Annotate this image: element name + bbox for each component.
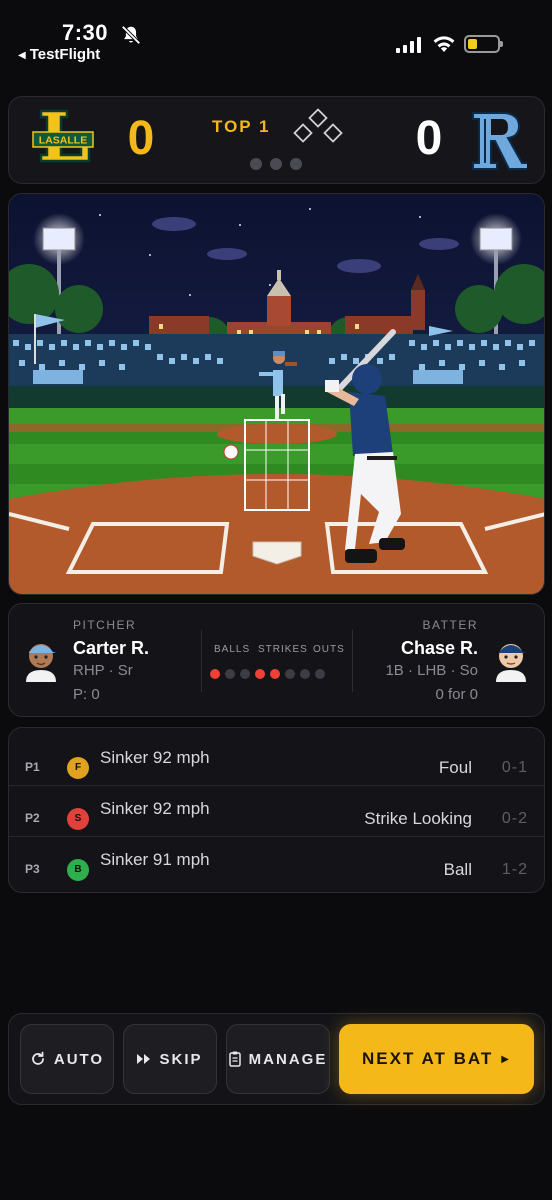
pitch-result: Ball (443, 860, 472, 879)
next-at-bat-label: NEXT AT BAT (362, 1049, 494, 1068)
status-bar: 7:30 ◀ TestFlight (0, 0, 552, 70)
out-dot (250, 158, 262, 170)
skip-label: SKIP (159, 1050, 203, 1068)
pitch-log: P1 F Sinker 92 mph Foul 0-1 P2 S Sinker … (8, 727, 545, 893)
next-at-bat-button[interactable]: NEXT AT BAT ▶ (339, 1024, 534, 1094)
out-dot (270, 158, 282, 170)
pitcher-info: RHP · Sr (73, 662, 133, 679)
refresh-icon (32, 1051, 44, 1065)
skip-button[interactable]: SKIP (123, 1024, 217, 1094)
pitch-log-row: P2 S Sinker 92 mph Strike Looking 0-2 (9, 787, 544, 837)
pitch-count-after: 0-1 (501, 759, 528, 776)
away-score: 0 (127, 112, 155, 165)
pitch-result: Foul (438, 758, 472, 777)
outs-label: OUTS (313, 644, 345, 655)
pitch-number: P2 (25, 811, 40, 825)
pitch-result-badge: S (67, 808, 89, 830)
status-time: 7:30 (62, 20, 109, 45)
batter-role-label: BATTER (422, 618, 478, 632)
batter-name: Chase R. (400, 638, 478, 658)
bases-diamond-icon (293, 108, 343, 143)
pitch-description: Sinker 92 mph (100, 799, 210, 818)
baseball (223, 444, 239, 460)
pitch-description: Sinker 92 mph (100, 748, 210, 767)
pitcher-name: Carter R. (73, 638, 150, 658)
home-team-logo (472, 112, 527, 170)
away-team-logo: LASALLE (32, 109, 94, 163)
strike-dot (270, 669, 280, 679)
home-score: 0 (415, 112, 443, 165)
scoreboard: LASALLE 0 TOP 1 0 (8, 96, 545, 184)
pitch-count-after: 1-2 (501, 861, 528, 878)
manage-button[interactable]: MANAGE (226, 1024, 330, 1094)
clipboard-icon (228, 1051, 241, 1067)
ball-dot (240, 669, 250, 679)
strike-dot (285, 669, 295, 679)
cellular-signal-icon (396, 37, 421, 53)
action-bar: AUTO SKIP MANAGE NEXT AT BAT ▶ (8, 1013, 545, 1105)
pitch-number: P1 (25, 760, 40, 774)
game-field-scene (8, 193, 545, 595)
pitch-result: Strike Looking (364, 809, 472, 828)
pitch-result-badge: F (67, 757, 89, 779)
batter-info: 1B · LHB · So (385, 662, 478, 679)
count-dots (210, 666, 330, 684)
svg-text:LASALLE: LASALLE (39, 135, 87, 147)
outs-indicator (250, 157, 310, 175)
fast-forward-icon (137, 1054, 151, 1064)
pitch-log-row: P3 B Sinker 91 mph Ball 1-2 (9, 838, 544, 888)
batter-avatar (496, 644, 526, 682)
back-arrow-icon: ◀ (18, 50, 26, 61)
out-dot (315, 669, 325, 679)
pitch-log-row: P1 F Sinker 92 mph Foul 0-1 (9, 736, 544, 786)
manage-label: MANAGE (248, 1050, 328, 1068)
auto-label: AUTO (53, 1050, 105, 1068)
balls-label: BALLS (214, 644, 251, 655)
auto-button[interactable]: AUTO (20, 1024, 114, 1094)
battery-icon (464, 35, 503, 53)
pitch-number: P3 (25, 862, 40, 876)
pitch-result-badge: B (67, 859, 89, 881)
pitch-count-after: 0-2 (501, 810, 528, 827)
pitch-description: Sinker 91 mph (100, 850, 210, 869)
ball-dot (225, 669, 235, 679)
pitcher-role-label: PITCHER (73, 618, 137, 632)
bell-slash-icon (121, 25, 141, 45)
play-triangle-icon: ▶ (501, 1053, 511, 1065)
pitcher-avatar (26, 644, 56, 682)
field-illustration (9, 194, 544, 594)
strikes-label: STRIKES (258, 644, 308, 655)
batter-stat-line: 0 for 0 (435, 686, 478, 703)
count-indicator: BALLS STRIKES OUTS (201, 630, 353, 692)
back-to-testflight-link[interactable]: ◀ TestFlight (18, 46, 100, 63)
out-dot (290, 158, 302, 170)
ball-dot (210, 669, 220, 679)
wifi-icon (433, 36, 455, 52)
matchup-card: PITCHER Carter R. RHP · Sr P: 0 BALLS ST… (8, 603, 545, 717)
inning-indicator: TOP 1 (212, 117, 271, 136)
pitcher-pitch-count: P: 0 (73, 686, 100, 703)
out-dot (300, 669, 310, 679)
strike-dot (255, 669, 265, 679)
